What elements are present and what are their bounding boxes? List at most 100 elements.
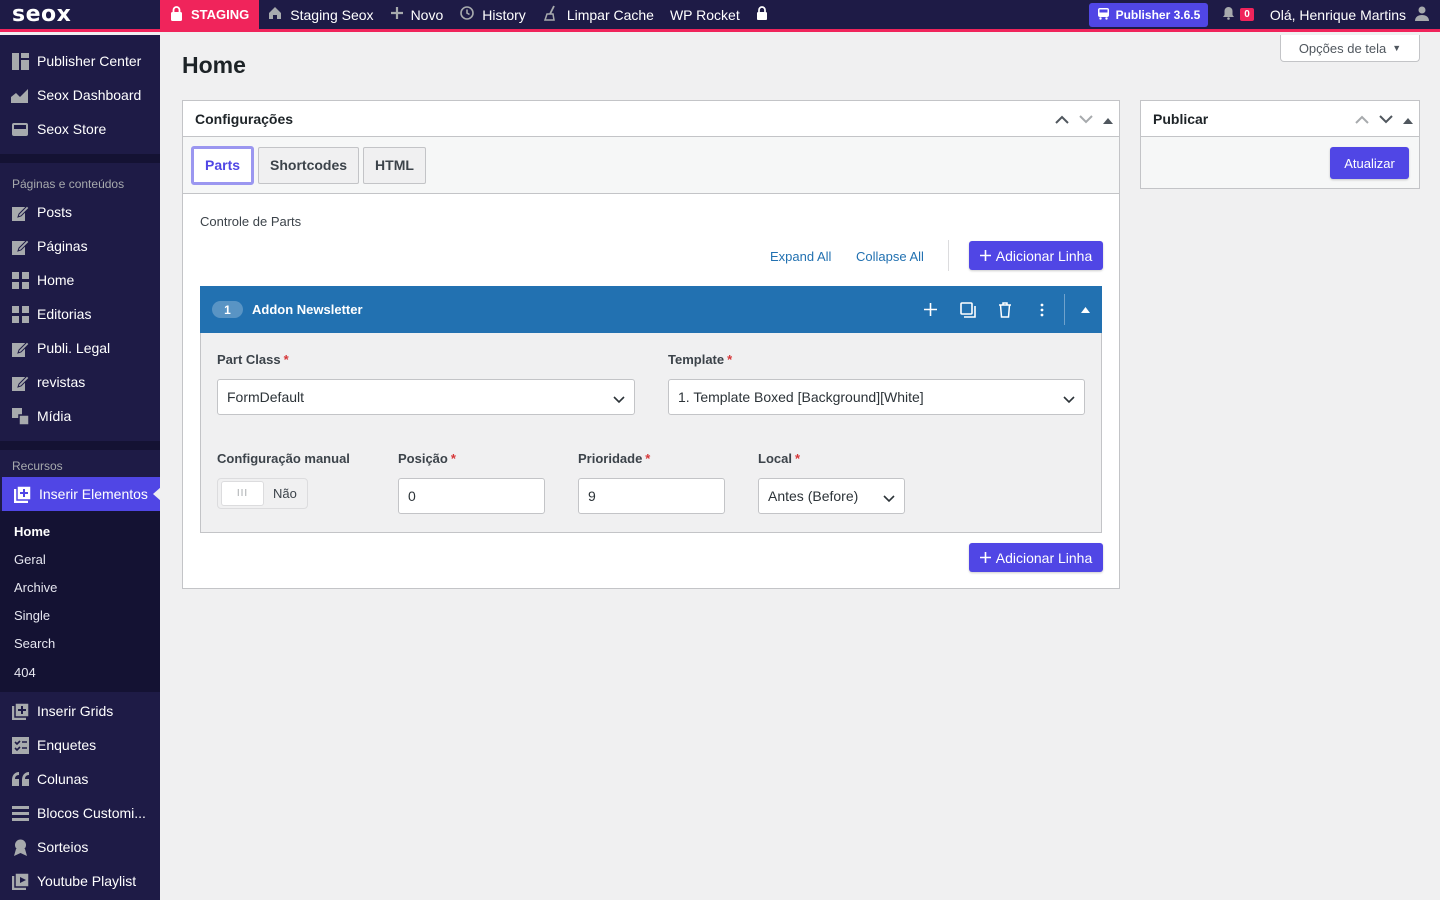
template-value: 1. Template Boxed [Background][White] <box>678 389 924 405</box>
more-options-icon[interactable] <box>1023 286 1060 333</box>
sidebar-item-label: Seox Dashboard <box>37 87 142 103</box>
tab-html[interactable]: HTML <box>363 146 426 184</box>
publish-postbox-header: Publicar <box>1141 101 1419 137</box>
page-title: Home <box>182 52 246 78</box>
sidebar-item-pages[interactable]: Páginas <box>0 229 160 263</box>
sidebar-item-label: Inserir Grids <box>37 703 114 720</box>
adminbar-history[interactable]: History <box>451 0 534 31</box>
sidebar-item-colunas[interactable]: Colunas <box>0 762 160 796</box>
sidebar-item-enquetes[interactable]: Enquetes <box>0 728 160 762</box>
manual-config-toggle[interactable]: III Não <box>217 478 308 509</box>
sidebar-item-inserir-grids[interactable]: Inserir Grids <box>0 694 160 728</box>
adminbar-new[interactable]: Novo <box>382 0 452 31</box>
submenu-item-home[interactable]: Home <box>0 517 160 545</box>
screen-options-button[interactable]: Opções de tela ▼ <box>1280 35 1420 62</box>
adminbar-site-link[interactable]: Staging Seox <box>259 0 381 31</box>
collapse-part-icon[interactable] <box>1069 286 1102 333</box>
toggle-panel-icon[interactable] <box>1103 111 1113 127</box>
part-class-label: Part Class * <box>217 352 289 367</box>
quote-icon <box>11 770 29 788</box>
submenu-item-404[interactable]: 404 <box>0 658 160 686</box>
part-class-value: FormDefault <box>227 389 305 405</box>
update-button[interactable]: Atualizar <box>1330 147 1409 179</box>
adminbar-wp-rocket[interactable]: WP Rocket <box>662 0 748 31</box>
sidebar-item-blocos[interactable]: Blocos Customi... <box>0 796 160 830</box>
adminbar-lock[interactable] <box>748 0 776 31</box>
chart-icon <box>11 86 29 104</box>
edit-icon <box>11 203 29 221</box>
sidebar-item-label: Editorias <box>37 306 92 322</box>
move-down-icon[interactable] <box>1379 111 1393 127</box>
move-up-icon[interactable] <box>1355 111 1369 127</box>
sidebar-item-label: Youtube Playlist <box>37 873 137 890</box>
sidebar-item-seox-dashboard[interactable]: Seox Dashboard <box>0 78 160 112</box>
plus-square-icon <box>13 485 31 503</box>
toggle-state-text: Não <box>273 486 297 501</box>
sidebar-item-posts[interactable]: Posts <box>0 195 160 229</box>
tab-shortcodes[interactable]: Shortcodes <box>258 146 360 184</box>
edit-icon <box>11 373 29 391</box>
expand-all-link[interactable]: Expand All <box>770 249 831 264</box>
submenu-item-archive[interactable]: Archive <box>0 573 160 601</box>
dashboard-icon <box>11 52 29 70</box>
add-row-button-bottom[interactable]: Adicionar Linha <box>969 543 1103 572</box>
sidebar-item-label: Colunas <box>37 771 89 788</box>
sidebar-item-youtube-playlist[interactable]: Youtube Playlist <box>0 864 160 898</box>
move-down-icon[interactable] <box>1079 111 1093 127</box>
collapse-all-link[interactable]: Collapse All <box>856 249 924 264</box>
add-row-label: Adicionar Linha <box>995 247 1093 264</box>
media-icon <box>11 407 29 425</box>
publisher-version: Publisher 3.6.5 <box>1115 7 1201 22</box>
adminbar-clear-cache[interactable]: Limpar Cache <box>534 0 662 31</box>
sidebar-item-midia[interactable]: Mídia <box>0 399 160 433</box>
actions-divider <box>948 240 949 271</box>
sidebar-item-revistas[interactable]: revistas <box>0 365 160 399</box>
chevron-down-icon <box>613 391 625 407</box>
sidebar-item-label: Sorteios <box>37 839 89 856</box>
sidebar-item-sorteios[interactable]: Sorteios <box>0 830 160 864</box>
toggle-panel-icon[interactable] <box>1403 111 1413 127</box>
template-select[interactable]: 1. Template Boxed [Background][White] <box>668 379 1085 415</box>
add-part-icon[interactable] <box>912 286 949 333</box>
publish-actions: Atualizar <box>1141 137 1419 188</box>
add-row-button-top[interactable]: Adicionar Linha <box>969 241 1103 270</box>
submenu-item-geral[interactable]: Geral <box>0 545 160 573</box>
duplicate-icon[interactable] <box>949 286 986 333</box>
priority-input[interactable]: 9 <box>578 478 725 514</box>
submenu-item-search[interactable]: Search <box>0 630 160 658</box>
parts-control-label: Controle de Parts <box>200 214 302 229</box>
sidebar-item-seox-store[interactable]: Seox Store <box>0 112 160 146</box>
move-up-icon[interactable] <box>1055 111 1069 127</box>
local-select[interactable]: Antes (Before) <box>758 478 905 514</box>
poll-icon <box>11 736 29 754</box>
screen-options-label: Opções de tela <box>1298 40 1387 56</box>
sidebar-item-publi-legal[interactable]: Publi. Legal <box>0 331 160 365</box>
plus-icon <box>979 248 991 264</box>
sidebar-heading-resources: Recursos <box>12 459 63 473</box>
sidebar-item-label: Home <box>37 272 75 288</box>
manual-config-label: Configuração manual <box>217 451 350 466</box>
sidebar-item-label: Mídia <box>37 408 72 424</box>
position-input[interactable]: 0 <box>398 478 545 514</box>
clear-cache-label: Limpar Cache <box>566 6 654 23</box>
staging-label: STAGING <box>191 7 250 22</box>
part-row-header[interactable]: 1 Addon Newsletter <box>200 286 1102 333</box>
submenu-item-single[interactable]: Single <box>0 602 160 630</box>
tab-parts[interactable]: Parts <box>191 145 255 185</box>
notifications[interactable]: 0 <box>1222 6 1254 23</box>
publisher-version-badge[interactable]: Publisher 3.6.5 <box>1088 2 1209 27</box>
staging-badge[interactable]: STAGING <box>160 0 260 31</box>
caret-down-icon: ▼ <box>1392 43 1402 53</box>
priority-label: Prioridade * <box>578 451 651 466</box>
sidebar-item-inserir-elementos[interactable]: Inserir Elementos <box>2 477 161 511</box>
sidebar-item-publisher-center[interactable]: Publisher Center <box>0 44 160 78</box>
sidebar-item-home[interactable]: Home <box>0 263 160 297</box>
plus-square-icon <box>11 702 29 720</box>
user-account-menu[interactable]: Olá, Henrique Martins <box>1270 5 1430 24</box>
part-class-select[interactable]: FormDefault <box>217 379 635 415</box>
header-divider <box>1064 294 1065 325</box>
seox-logo[interactable]: seox <box>0 0 160 31</box>
config-title: Configurações <box>195 110 294 127</box>
sidebar-item-editorias[interactable]: Editorias <box>0 297 160 331</box>
trash-icon[interactable] <box>986 286 1023 333</box>
